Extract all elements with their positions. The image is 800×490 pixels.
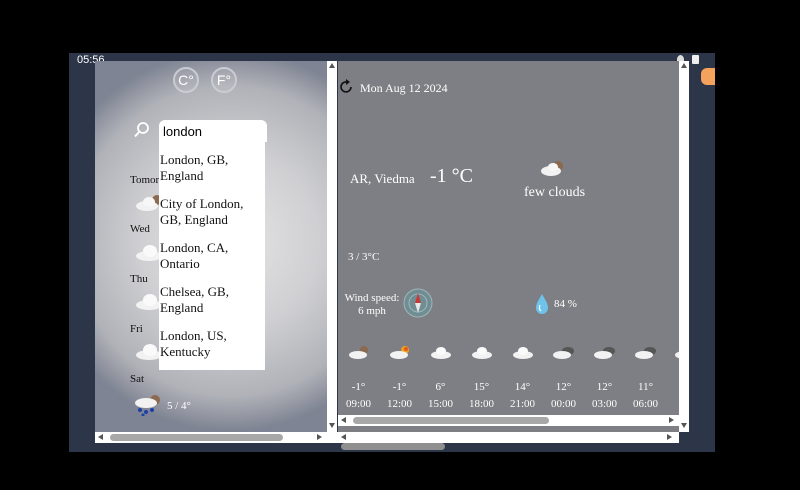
hourly-horizontal-scrollbar[interactable] — [338, 415, 679, 426]
scroll-down-arrow[interactable] — [329, 423, 335, 428]
scroll-right-arrow[interactable] — [317, 434, 322, 440]
daily-day-label: Wed — [130, 223, 150, 235]
dark-cloud-icon — [594, 347, 615, 359]
suggestion-item[interactable]: London, CA, Ontario — [160, 240, 264, 272]
hourly-time: 12:00 — [386, 398, 413, 410]
hourly-temp: -1° — [351, 381, 366, 393]
hourly-time: 09:00 — [345, 398, 372, 410]
sidebar-vertical-scrollbar[interactable] — [327, 61, 337, 432]
cloud-icon — [472, 347, 492, 359]
wind-compass-icon — [403, 288, 433, 318]
hourly-temp: 12° — [555, 381, 572, 393]
city-search-input[interactable] — [159, 120, 267, 142]
hourly-time: 00:00 — [550, 398, 577, 410]
suggestion-item[interactable]: Chelsea, GB, England — [160, 284, 264, 316]
hourly-temp: 6° — [435, 381, 446, 393]
suggestion-item[interactable]: London, US, Kentucky — [160, 328, 264, 360]
cloud-icon — [513, 347, 533, 359]
sun-cloud-icon — [390, 346, 409, 359]
humidity-drop-icon — [536, 294, 548, 314]
current-date: Mon Aug 12 2024 — [360, 81, 448, 95]
sidebar-horizontal-scrollbar[interactable] — [95, 432, 327, 443]
scroll-up-arrow[interactable] — [329, 63, 335, 68]
scroll-thumb[interactable] — [353, 417, 549, 424]
hourly-temp: 14° — [514, 381, 531, 393]
min-max-temp: 3 / 3°C — [348, 251, 380, 263]
hourly-temp: 11° — [638, 381, 653, 393]
fahrenheit-button[interactable]: F° — [211, 67, 237, 93]
hourly-time: 18:00 — [468, 398, 495, 410]
device-screen: 05:56 C° F° Tomor Wed Thu Fri Sat — [69, 53, 715, 452]
scroll-right-arrow[interactable] — [667, 434, 672, 440]
suggestion-item[interactable]: London, GB, England — [160, 152, 264, 184]
scroll-right-arrow[interactable] — [669, 417, 674, 423]
suggestion-item[interactable]: City of London, GB, England — [160, 196, 264, 228]
wind-speed: Wind speed: 6 mph — [342, 292, 402, 318]
hourly-temp: -1° — [392, 381, 407, 393]
page-scroll-thumb[interactable] — [341, 443, 445, 450]
daily-day-label: Thu — [130, 273, 148, 285]
location-name: AR, Viedma — [350, 171, 415, 186]
hourly-time: 03:00 — [591, 398, 618, 410]
hourly-time: 06:00 — [632, 398, 659, 410]
dark-cloud-icon — [553, 347, 574, 359]
hourly-time: 21:00 — [509, 398, 536, 410]
main-vertical-scrollbar[interactable] — [679, 61, 689, 432]
battery-icon — [692, 55, 699, 64]
weather-condition: few clouds — [524, 185, 586, 200]
daily-day-label: Tomor — [130, 174, 160, 186]
hourly-temp: 15° — [473, 381, 490, 393]
scroll-left-arrow[interactable] — [341, 417, 346, 423]
hourly-temp: 12° — [596, 381, 613, 393]
page-horizontal-scrollbar[interactable] — [327, 432, 679, 443]
humidity-value: 84 % — [554, 298, 577, 310]
scroll-thumb[interactable] — [110, 434, 283, 441]
daily-day-label: Fri — [130, 323, 143, 335]
forecast-sidebar: C° F° Tomor Wed Thu Fri Sat 5 / 4° — [95, 61, 327, 432]
current-weather-panel: Mon Aug 12 2024 AR, Viedma -1 °C few clo… — [338, 61, 679, 432]
cloud-icon — [431, 347, 451, 359]
hourly-time: 15:00 — [427, 398, 454, 410]
scroll-down-arrow[interactable] — [681, 423, 687, 428]
scroll-up-arrow[interactable] — [681, 63, 687, 68]
few-clouds-icon — [541, 161, 563, 176]
scroll-left-arrow[interactable] — [98, 434, 103, 440]
dark-cloud-icon — [635, 347, 656, 359]
search-suggestions: London, GB, England City of London, GB, … — [159, 142, 265, 370]
rain-icon — [135, 395, 160, 416]
current-temperature: -1 °C — [430, 165, 473, 187]
daily-day-label: Sat — [130, 373, 145, 385]
wind-speed-value: 6 mph — [358, 305, 386, 317]
wind-speed-label: Wind speed: — [344, 292, 400, 304]
side-panel-handle[interactable] — [701, 68, 715, 85]
celsius-button[interactable]: C° — [173, 67, 199, 93]
refresh-icon[interactable] — [338, 79, 354, 95]
search-icon[interactable] — [133, 121, 151, 139]
daily-temp-range: 5 / 4° — [167, 400, 191, 412]
few-clouds-icon — [349, 346, 368, 359]
scroll-left-arrow[interactable] — [341, 434, 346, 440]
